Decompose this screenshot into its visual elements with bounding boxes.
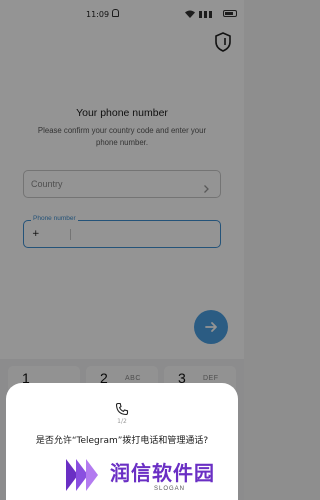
watermark-logo-icon	[62, 457, 102, 493]
site-watermark: 润信软件园 SLOGAN	[62, 455, 238, 500]
watermark-name: 润信软件园	[110, 461, 215, 485]
phone-icon	[115, 401, 129, 416]
watermark-slogan: SLOGAN	[154, 486, 186, 492]
permission-counter: 1/2	[117, 418, 127, 425]
permission-message: 是否允许“Telegram”拨打电话和管理通话?	[35, 436, 209, 446]
